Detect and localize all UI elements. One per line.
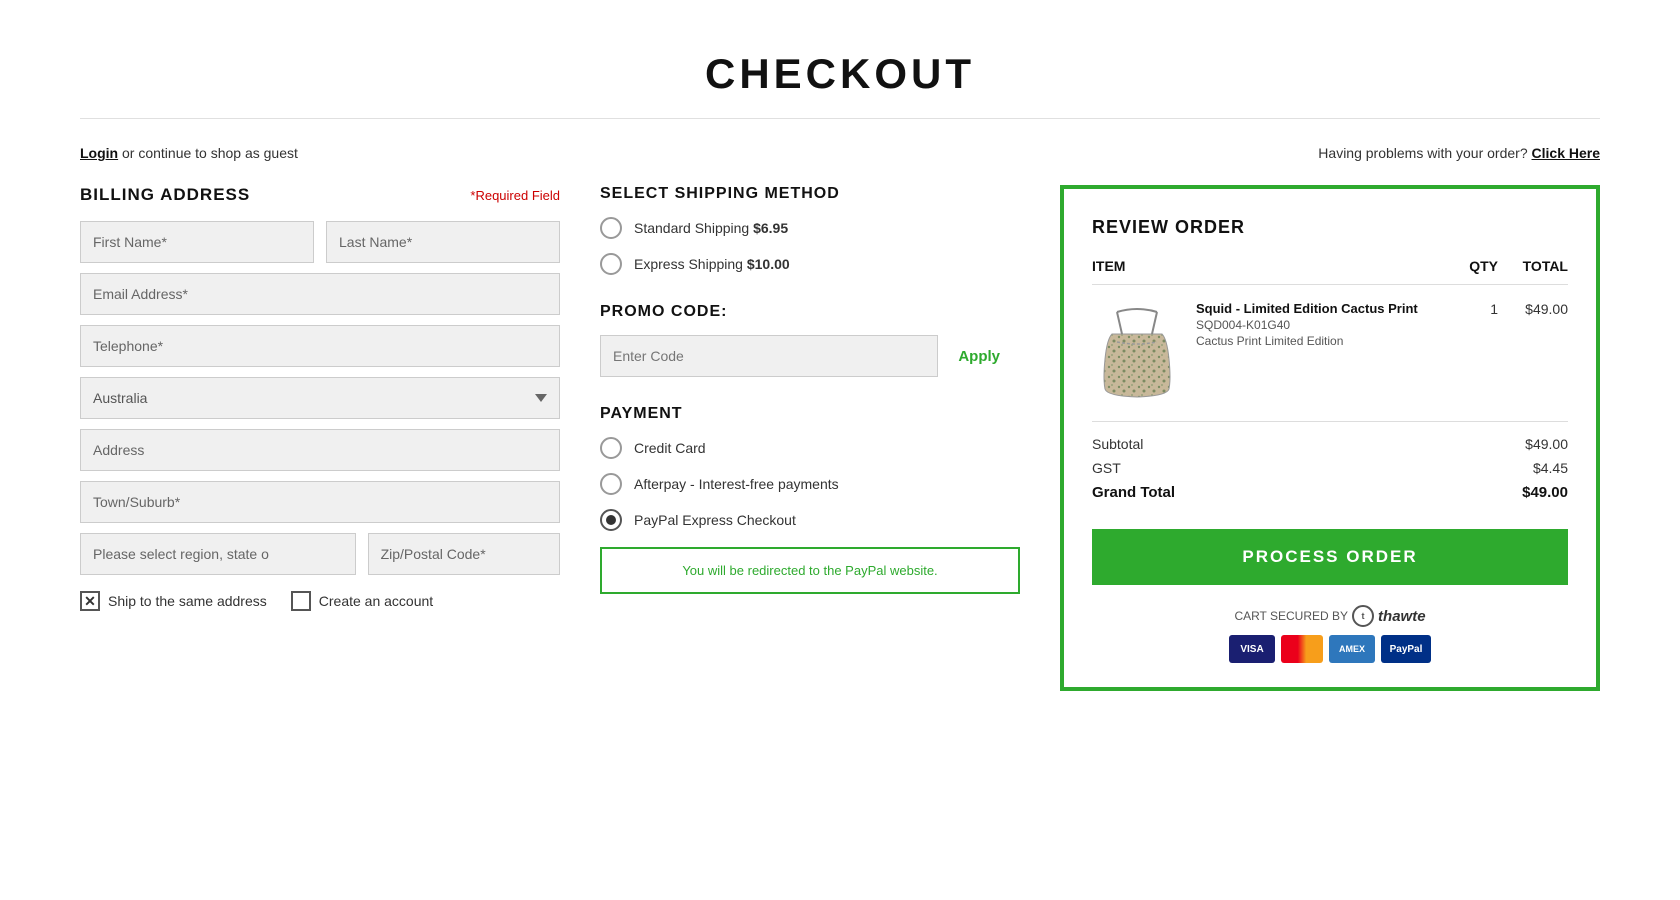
mastercard-logo: ●●: [1281, 635, 1323, 663]
top-bar-right: Having problems with your order? Click H…: [1318, 145, 1600, 161]
grand-total-row: Grand Total $49.00: [1092, 484, 1568, 501]
review-header-row: ITEM QTY TOTAL: [1092, 258, 1568, 285]
paypal-option[interactable]: PayPal Express Checkout: [600, 509, 1020, 531]
payment-title: PAYMENT: [600, 405, 1020, 423]
paypal-notice: You will be redirected to the PayPal web…: [600, 547, 1020, 594]
login-link[interactable]: Login: [80, 145, 118, 161]
promo-input[interactable]: [600, 335, 938, 377]
product-name: Squid - Limited Edition Cactus Print: [1196, 301, 1448, 316]
apply-button[interactable]: Apply: [938, 335, 1020, 377]
ship-same-label: Ship to the same address: [108, 593, 267, 609]
problem-text: Having problems with your order?: [1318, 145, 1527, 161]
town-input[interactable]: [80, 481, 560, 523]
paypal-label: PayPal Express Checkout: [634, 512, 796, 528]
subtotal-row: Subtotal $49.00: [1092, 436, 1568, 452]
credit-card-radio[interactable]: [600, 437, 622, 459]
standard-shipping-radio[interactable]: [600, 217, 622, 239]
create-account-checkbox[interactable]: [291, 591, 311, 611]
gst-label: GST: [1092, 460, 1121, 476]
afterpay-radio[interactable]: [600, 473, 622, 495]
grand-total-label: Grand Total: [1092, 484, 1175, 501]
express-shipping-label: Express Shipping $10.00: [634, 256, 790, 272]
required-label: *Required Field: [470, 188, 560, 203]
product-qty: 1: [1448, 301, 1498, 317]
thawte-circle-icon: t: [1352, 605, 1374, 627]
col-total: TOTAL: [1498, 258, 1568, 274]
express-shipping-option[interactable]: Express Shipping $10.00: [600, 253, 1020, 275]
address-input[interactable]: [80, 429, 560, 471]
grand-total-value: $49.00: [1522, 484, 1568, 501]
product-image: [1092, 301, 1182, 401]
create-account-label: Create an account: [319, 593, 433, 609]
address-row: [80, 429, 560, 471]
product-info: Squid - Limited Edition Cactus Print SQD…: [1196, 301, 1448, 348]
security-section: CART SECURED BY t thawte VISA ●● AMEX Pa…: [1092, 605, 1568, 663]
shipping-title: SELECT SHIPPING METHOD: [600, 185, 1020, 203]
shipping-section: SELECT SHIPPING METHOD Standard Shipping…: [600, 185, 1020, 275]
page-title-area: CHECKOUT: [80, 30, 1600, 119]
credit-card-option[interactable]: Credit Card: [600, 437, 1020, 459]
promo-title: PROMO CODE:: [600, 303, 1020, 321]
payment-logos: VISA ●● AMEX PayPal: [1092, 635, 1568, 663]
telephone-row: [80, 325, 560, 367]
promo-row: Apply: [600, 335, 1020, 377]
last-name-input[interactable]: [326, 221, 560, 263]
top-bar-left: Login or continue to shop as guest: [80, 145, 298, 161]
col-item: ITEM: [1092, 258, 1448, 274]
name-row: [80, 221, 560, 263]
ship-same-checkbox-item[interactable]: Ship to the same address: [80, 591, 267, 611]
zip-input[interactable]: [368, 533, 560, 575]
billing-title: BILLING ADDRESS: [80, 185, 250, 205]
region-zip-row: [80, 533, 560, 575]
gst-value: $4.45: [1533, 460, 1568, 476]
continue-text: or continue to shop as guest: [118, 145, 298, 161]
click-here-link[interactable]: Click Here: [1532, 145, 1600, 161]
cart-secured-text: CART SECURED BY: [1234, 609, 1348, 623]
afterpay-option[interactable]: Afterpay - Interest-free payments: [600, 473, 1020, 495]
thawte-name: thawte: [1378, 608, 1426, 625]
review-title: REVIEW ORDER: [1092, 217, 1568, 238]
country-select[interactable]: Australia: [80, 377, 560, 419]
amex-logo: AMEX: [1329, 635, 1375, 663]
create-account-checkbox-item[interactable]: Create an account: [291, 591, 433, 611]
ship-same-checkbox[interactable]: [80, 591, 100, 611]
town-row: [80, 481, 560, 523]
visa-logo: VISA: [1229, 635, 1275, 663]
express-shipping-radio[interactable]: [600, 253, 622, 275]
region-input[interactable]: [80, 533, 356, 575]
email-row: [80, 273, 560, 315]
review-section: REVIEW ORDER ITEM QTY TOTAL: [1060, 185, 1600, 691]
promo-section: PROMO CODE: Apply: [600, 303, 1020, 377]
payment-section: PAYMENT Credit Card Afterpay - Interest-…: [600, 405, 1020, 594]
billing-section: BILLING ADDRESS *Required Field Australi…: [80, 185, 560, 611]
standard-shipping-label: Standard Shipping $6.95: [634, 220, 788, 236]
shipping-payment-section: SELECT SHIPPING METHOD Standard Shipping…: [600, 185, 1020, 622]
telephone-input[interactable]: [80, 325, 560, 367]
first-name-input[interactable]: [80, 221, 314, 263]
product-variant: Cactus Print Limited Edition: [1196, 334, 1448, 348]
page-title: CHECKOUT: [80, 50, 1600, 98]
product-row: Squid - Limited Edition Cactus Print SQD…: [1092, 301, 1568, 401]
gst-row: GST $4.45: [1092, 460, 1568, 476]
subtotal-label: Subtotal: [1092, 436, 1143, 452]
standard-shipping-option[interactable]: Standard Shipping $6.95: [600, 217, 1020, 239]
country-row: Australia: [80, 377, 560, 419]
product-price: $49.00: [1498, 301, 1568, 317]
totals-section: Subtotal $49.00 GST $4.45 Grand Total $4…: [1092, 421, 1568, 501]
afterpay-label: Afterpay - Interest-free payments: [634, 476, 839, 492]
top-bar: Login or continue to shop as guest Havin…: [80, 135, 1600, 185]
thawte-logo: CART SECURED BY t thawte: [1092, 605, 1568, 627]
col-qty: QTY: [1448, 258, 1498, 274]
email-input[interactable]: [80, 273, 560, 315]
process-order-button[interactable]: PROCESS ORDER: [1092, 529, 1568, 585]
paypal-radio[interactable]: [600, 509, 622, 531]
subtotal-value: $49.00: [1525, 436, 1568, 452]
billing-header: BILLING ADDRESS *Required Field: [80, 185, 560, 205]
checkbox-row: Ship to the same address Create an accou…: [80, 591, 560, 611]
paypal-payment-logo: PayPal: [1381, 635, 1431, 663]
product-sku: SQD004-K01G40: [1196, 318, 1448, 332]
credit-card-label: Credit Card: [634, 440, 706, 456]
main-content: BILLING ADDRESS *Required Field Australi…: [80, 185, 1600, 691]
